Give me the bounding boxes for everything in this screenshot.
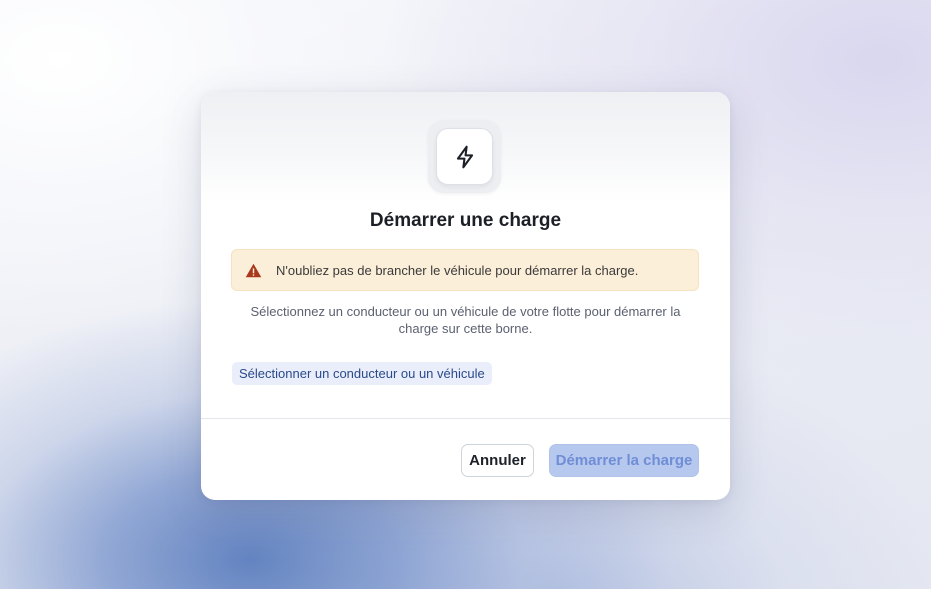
lightning-bolt-icon — [456, 145, 473, 168]
warning-alert-text: N'oubliez pas de brancher le véhicule po… — [276, 262, 639, 278]
dialog-icon-badge — [436, 128, 493, 185]
select-driver-or-vehicle-link[interactable]: Sélectionner un conducteur ou un véhicul… — [232, 362, 492, 385]
warning-triangle-icon — [245, 262, 262, 279]
warning-alert: N'oubliez pas de brancher le véhicule po… — [231, 249, 699, 291]
start-charge-button[interactable]: Démarrer la charge — [549, 444, 699, 477]
cancel-button[interactable]: Annuler — [461, 444, 534, 477]
dialog-icon-container — [428, 120, 501, 193]
dialog-title: Démarrer une charge — [369, 210, 562, 231]
footer-divider — [201, 418, 730, 419]
start-charge-dialog: Démarrer une charge N'oubliez pas de bra… — [201, 92, 730, 500]
dialog-description: Sélectionnez un conducteur ou un véhicul… — [250, 304, 681, 336]
